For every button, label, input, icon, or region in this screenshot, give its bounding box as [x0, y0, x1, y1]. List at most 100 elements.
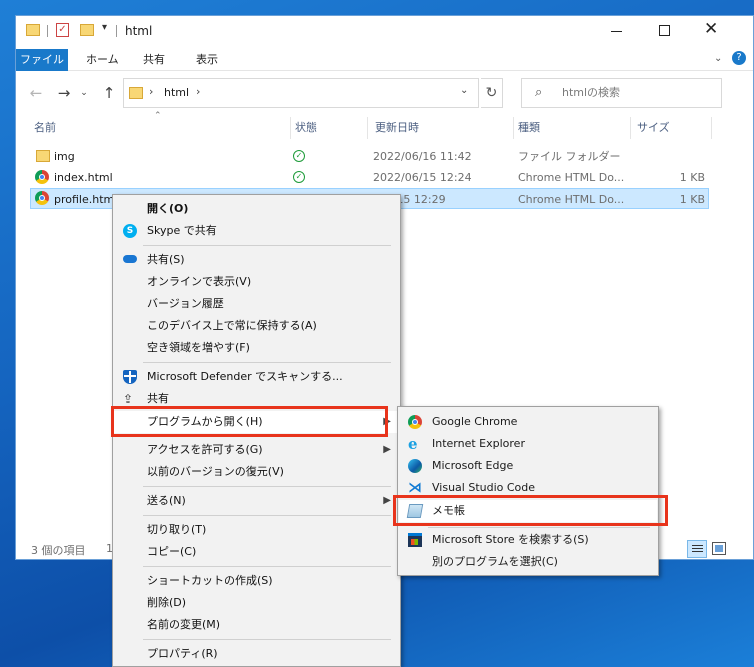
file-date: 2022/06/15 12:24 — [373, 171, 472, 184]
sync-ok-icon: ✓ — [293, 150, 305, 162]
minimize-icon[interactable] — [611, 31, 622, 32]
list-item[interactable]: img ✓ 2022/06/16 11:42 ファイル フォルダー — [30, 146, 709, 167]
menu-item-label: 開く(O) — [147, 202, 189, 215]
store-icon — [408, 533, 422, 547]
menu-separator — [143, 362, 391, 363]
list-item[interactable]: index.html ✓ 2022/06/15 12:24 Chrome HTM… — [30, 167, 709, 188]
address-bar[interactable]: › html › ⌄ — [123, 78, 479, 108]
title-bar: ✓ ▾ html ✕ — [16, 16, 753, 47]
file-size: 1 KB — [679, 171, 705, 184]
folder-icon — [36, 150, 50, 162]
menu-item-version-history[interactable]: バージョン履歴 — [114, 293, 399, 315]
app-item-internet-explorer[interactable]: e Internet Explorer — [399, 433, 657, 455]
folder-icon — [26, 24, 40, 36]
menu-item-label: 以前のバージョンの復元(V) — [147, 465, 284, 478]
refresh-icon[interactable]: ↻ — [481, 78, 503, 108]
column-size[interactable]: サイズ — [633, 117, 712, 139]
vscode-icon: ⋊ — [408, 480, 422, 496]
file-name: img — [54, 150, 75, 163]
search-placeholder: htmlの検索 — [562, 86, 621, 99]
tab-share[interactable]: 共有 — [143, 49, 165, 71]
close-icon[interactable]: ✕ — [704, 19, 718, 39]
menu-item-skype[interactable]: S Skype で共有 — [114, 220, 399, 242]
app-item-choose-other[interactable]: 別のプログラムを選択(C) — [399, 551, 657, 573]
forward-arrow-icon[interactable]: → — [53, 82, 75, 104]
menu-item-cut[interactable]: 切り取り(T) — [114, 519, 399, 541]
chrome-icon — [35, 191, 49, 205]
recent-locations-icon[interactable]: ⌄ — [77, 82, 91, 104]
menu-item-label: バージョン履歴 — [147, 297, 224, 310]
menu-item-label: プロパティ(R) — [147, 647, 218, 660]
app-item-store-search[interactable]: Microsoft Store を検索する(S) — [399, 529, 657, 551]
properties-icon[interactable]: ✓ — [56, 23, 69, 37]
menu-item-keep-on-device[interactable]: このデバイス上で常に保持する(A) — [114, 315, 399, 337]
menu-item-label: 空き領域を増やす(F) — [147, 341, 250, 354]
address-dropdown-icon[interactable]: ⌄ — [460, 85, 468, 96]
highlight-box-open-with — [111, 406, 388, 437]
file-date: 2022/06/16 11:42 — [373, 150, 472, 163]
menu-item-create-shortcut[interactable]: ショートカットの作成(S) — [114, 570, 399, 592]
menu-item-send-to[interactable]: 送る(N) ▶ — [114, 490, 399, 512]
cloud-icon — [123, 255, 137, 263]
help-icon[interactable]: ? — [732, 51, 746, 65]
menu-item-give-access[interactable]: アクセスを許可する(G) ▶ — [114, 439, 399, 461]
search-input[interactable]: ⌕ htmlの検索 — [521, 78, 722, 108]
menu-item-view-online[interactable]: オンラインで表示(V) — [114, 271, 399, 293]
edge-icon — [408, 459, 422, 473]
menu-item-share-onedrive[interactable]: 共有(S) — [114, 249, 399, 271]
menu-separator — [143, 245, 391, 246]
internet-explorer-icon: e — [408, 435, 418, 453]
item-count: 3 個の項目 — [31, 544, 86, 557]
menu-item-label: 送る(N) — [147, 494, 186, 507]
column-modified[interactable]: 更新日時 — [371, 117, 514, 139]
breadcrumb[interactable]: html — [164, 86, 189, 99]
new-folder-icon[interactable] — [80, 24, 94, 36]
menu-item-defender[interactable]: Microsoft Defender でスキャンする... — [114, 366, 399, 388]
app-item-chrome[interactable]: Google Chrome — [399, 411, 657, 433]
large-icons-view-icon[interactable] — [712, 542, 726, 555]
app-item-label: Visual Studio Code — [432, 481, 536, 494]
menu-item-label: 共有 — [147, 392, 169, 405]
submenu-arrow-icon: ▶ — [383, 495, 391, 506]
highlight-box-notepad — [393, 495, 668, 526]
chevron-right-icon[interactable]: › — [196, 85, 200, 98]
back-arrow-icon[interactable]: ← — [25, 82, 47, 104]
file-type: ファイル フォルダー — [518, 150, 621, 163]
menu-item-properties[interactable]: プロパティ(R) — [114, 643, 399, 665]
column-type[interactable]: 種類 — [514, 117, 631, 139]
maximize-icon[interactable] — [659, 25, 670, 36]
chevron-right-icon[interactable]: › — [149, 85, 153, 98]
file-type: Chrome HTML Do... — [518, 171, 625, 184]
column-name[interactable]: 名前 — [30, 117, 291, 139]
menu-item-free-space[interactable]: 空き領域を増やす(F) — [114, 337, 399, 359]
submenu-arrow-icon: ▶ — [383, 444, 391, 455]
expand-ribbon-icon[interactable]: ⌄ — [714, 53, 722, 64]
file-name: index.html — [54, 171, 113, 184]
menu-item-open[interactable]: 開く(O) — [114, 198, 399, 220]
customize-toolbar-icon[interactable]: ▾ — [102, 22, 107, 33]
tab-view[interactable]: 表示 — [196, 49, 218, 71]
menu-item-label: Microsoft Defender でスキャンする... — [147, 370, 343, 383]
details-view-icon[interactable] — [687, 540, 707, 558]
app-item-label: 別のプログラムを選択(C) — [432, 555, 558, 568]
up-arrow-icon[interactable]: ↑ — [98, 82, 120, 104]
menu-separator — [143, 639, 391, 640]
menu-item-delete[interactable]: 削除(D) — [114, 592, 399, 614]
tab-home[interactable]: ホーム — [86, 49, 119, 71]
menu-item-rename[interactable]: 名前の変更(M) — [114, 614, 399, 636]
column-header: ⌃ 名前 状態 更新日時 種類 サイズ — [16, 111, 753, 139]
sync-ok-icon: ✓ — [293, 171, 305, 183]
file-name: profile.html — [54, 193, 114, 206]
column-status[interactable]: 状態 — [291, 117, 368, 139]
skype-icon: S — [123, 224, 137, 238]
menu-item-label: オンラインで表示(V) — [147, 275, 252, 288]
menu-separator — [143, 566, 391, 567]
file-size: 1 KB — [679, 193, 705, 206]
defender-shield-icon — [123, 370, 137, 384]
share-icon: ⇪ — [123, 392, 134, 406]
tab-file[interactable]: ファイル — [16, 49, 68, 71]
app-item-edge[interactable]: Microsoft Edge — [399, 455, 657, 477]
menu-item-copy[interactable]: コピー(C) — [114, 541, 399, 563]
menu-item-label: 切り取り(T) — [147, 523, 207, 536]
menu-item-restore-versions[interactable]: 以前のバージョンの復元(V) — [114, 461, 399, 483]
